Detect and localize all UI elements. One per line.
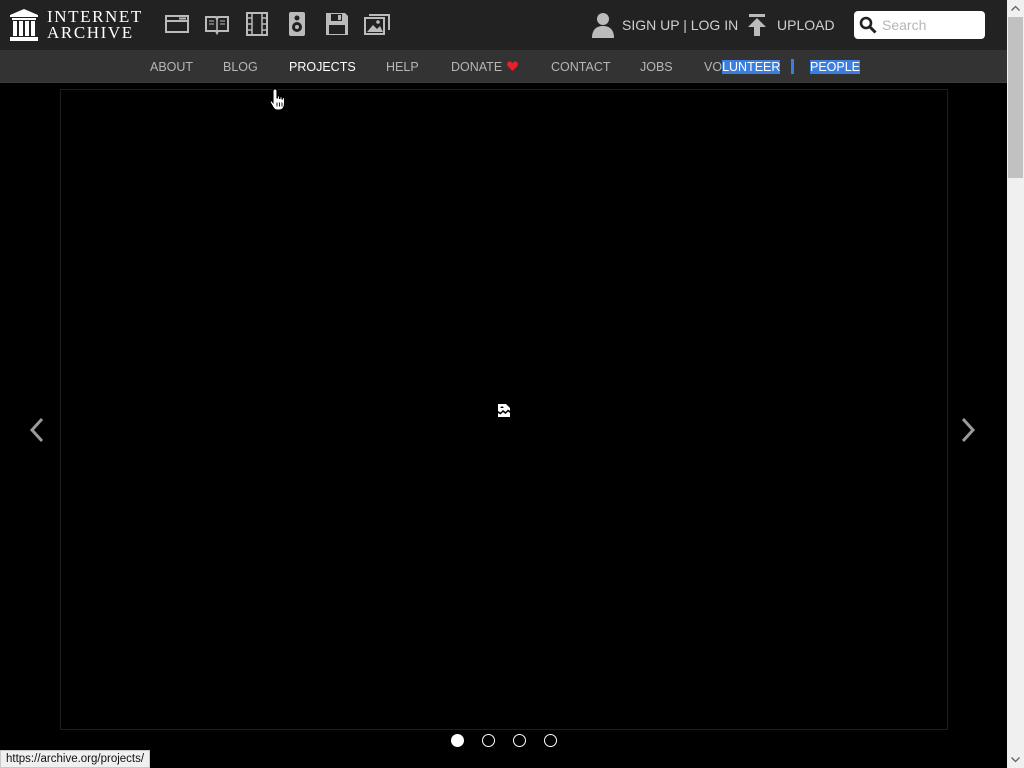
account-separator: | (679, 17, 691, 33)
nav-donate[interactable]: DONATE (451, 60, 519, 74)
carousel-dot-2[interactable] (482, 734, 495, 747)
nav-contact[interactable]: CONTACT (551, 60, 611, 74)
account-area: SIGN UP | LOG IN (591, 12, 738, 38)
nav-volunteer[interactable]: VOLUNTEER (704, 60, 781, 74)
hand-pointer-icon (269, 88, 286, 111)
log-in-link[interactable]: LOG IN (691, 17, 738, 33)
account-links: SIGN UP | LOG IN (622, 17, 738, 33)
logo-line-2: ARCHIVE (47, 23, 134, 42)
nav-volunteer-unselected: VO (704, 60, 723, 74)
nav-projects[interactable]: PROJECTS (289, 60, 356, 74)
selection-separator (791, 59, 794, 74)
carousel-dot-3[interactable] (513, 734, 526, 747)
upload-icon (748, 14, 766, 36)
heart-icon (507, 61, 519, 71)
nav-about[interactable]: ABOUT (150, 60, 193, 74)
carousel-dot-1[interactable] (451, 734, 464, 747)
nav-help[interactable]: HELP (386, 60, 419, 74)
nav-bar: ABOUT BLOG PROJECTS HELP DONATE CONTACT … (0, 50, 1007, 83)
sign-up-link[interactable]: SIGN UP (622, 17, 679, 33)
archive-building-icon (10, 9, 38, 41)
audio-icon[interactable] (284, 12, 310, 36)
nav-donate-label: DONATE (451, 60, 503, 74)
carousel-next-arrow-icon[interactable] (960, 416, 976, 444)
scroll-up-arrow-icon[interactable] (1007, 0, 1024, 17)
nav-people-label: PEOPLE (810, 60, 861, 74)
video-icon[interactable] (244, 12, 270, 36)
internet-archive-logo[interactable]: INTERNET ARCHIVE (10, 8, 145, 43)
nav-jobs[interactable]: JOBS (640, 60, 673, 74)
nav-people[interactable]: PEOPLE (810, 60, 861, 74)
texts-icon[interactable] (204, 12, 230, 36)
scroll-down-arrow-icon[interactable] (1007, 751, 1024, 768)
search-icon[interactable] (859, 16, 877, 34)
broken-image-icon (498, 404, 510, 417)
status-bar-url: https://archive.org/projects/ (0, 750, 151, 768)
web-icon[interactable] (164, 12, 190, 36)
search-box (854, 11, 985, 39)
nav-blog[interactable]: BLOG (223, 60, 258, 74)
nav-volunteer-selected: LUNTEER (722, 60, 781, 74)
vertical-scrollbar[interactable] (1007, 0, 1024, 768)
carousel-prev-arrow-icon[interactable] (29, 416, 45, 444)
search-input[interactable] (882, 15, 980, 35)
upload-button[interactable]: UPLOAD (747, 13, 835, 37)
scrollbar-thumb[interactable] (1008, 17, 1023, 178)
images-icon[interactable] (364, 12, 390, 36)
upload-label: UPLOAD (777, 17, 835, 33)
top-bar: INTERNET ARCHIVE SIGN UP | LOG IN UPLOAD (0, 0, 1007, 50)
carousel-dot-4[interactable] (544, 734, 557, 747)
person-icon[interactable] (591, 12, 615, 38)
software-icon[interactable] (324, 12, 350, 36)
logo-text: INTERNET ARCHIVE (47, 8, 143, 42)
